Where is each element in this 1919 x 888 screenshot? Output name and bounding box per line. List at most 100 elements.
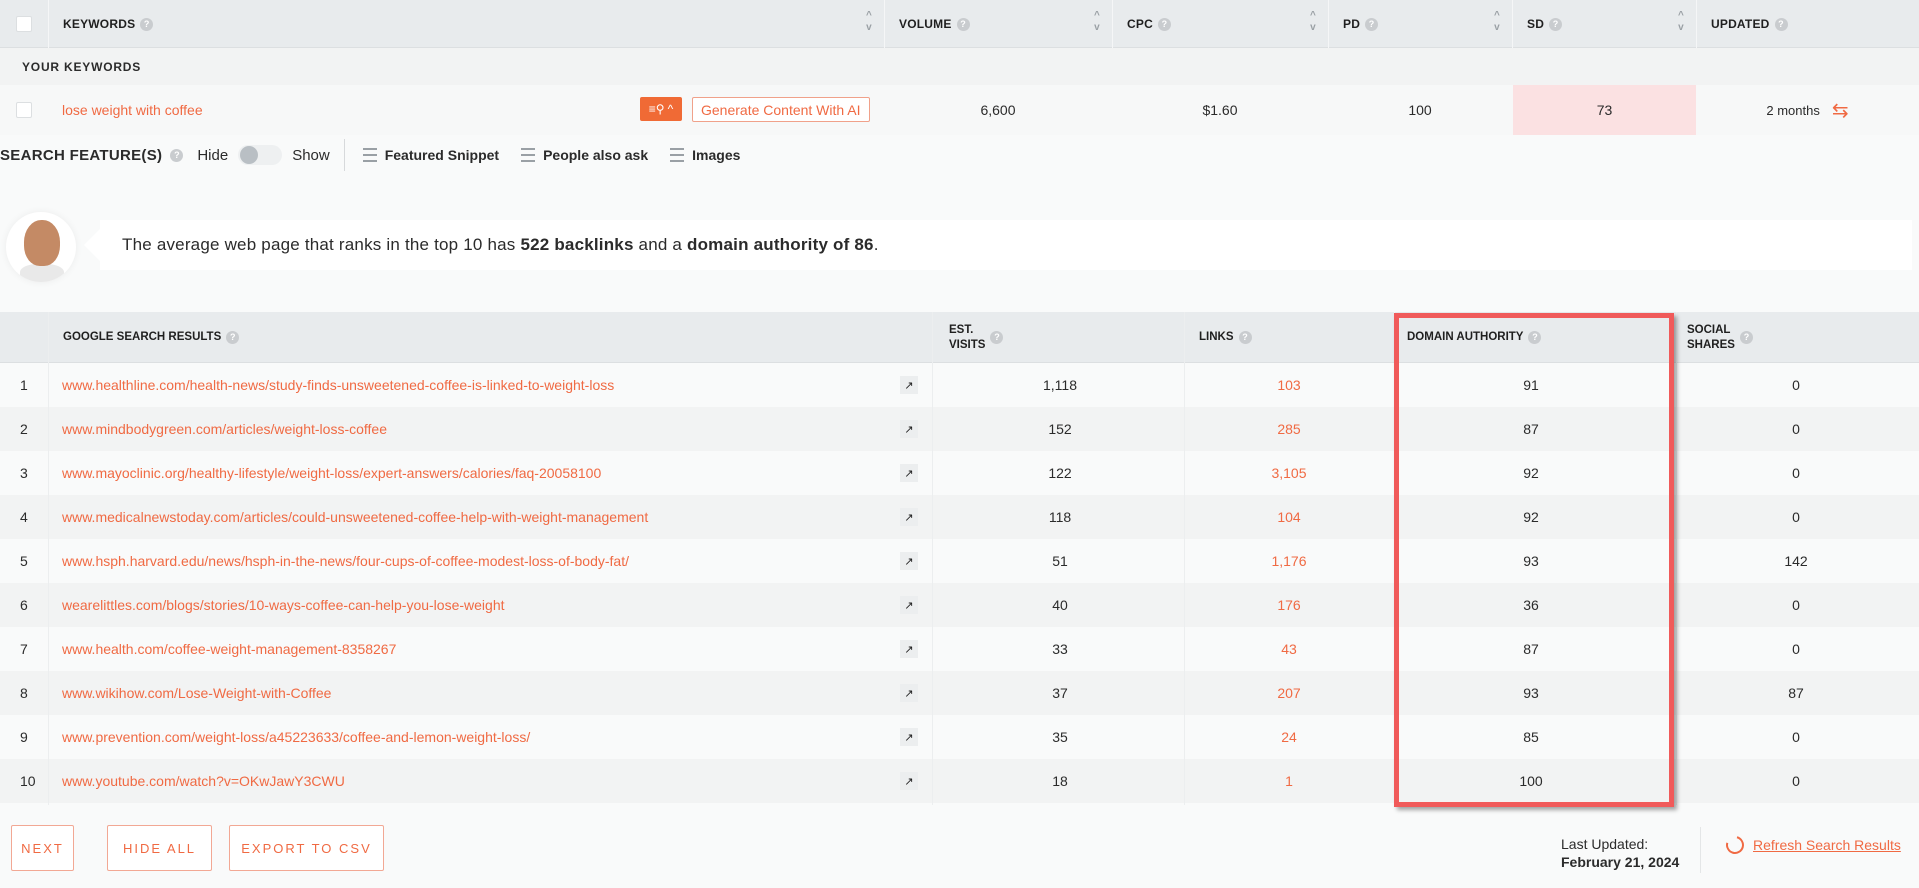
sort-icon[interactable]: ^ v (1310, 10, 1316, 34)
result-rank: 7 (20, 641, 28, 657)
select-all-checkbox[interactable] (16, 16, 32, 32)
keyword-analysis-toggle-button[interactable]: ≡⚲ ^ (640, 97, 682, 121)
sort-icon[interactable]: ^ v (1094, 10, 1100, 34)
external-link-icon[interactable]: ↗ (900, 596, 918, 614)
help-icon[interactable]: ? (170, 148, 184, 162)
help-icon[interactable]: ? (1739, 331, 1753, 344)
result-url-link[interactable]: www.medicalnewstoday.com/articles/could-… (62, 495, 648, 539)
column-divider (1676, 312, 1677, 805)
help-icon[interactable]: ? (1774, 17, 1788, 31)
table-row: 6 wearelittles.com/blogs/stories/10-ways-… (0, 583, 1919, 627)
generate-content-button[interactable]: Generate Content With AI (692, 97, 870, 122)
search-list-icon: ≡⚲ (648, 102, 665, 116)
help-icon[interactable]: ? (990, 331, 1004, 344)
result-url-link[interactable]: www.healthline.com/health-news/study-fin… (62, 363, 614, 407)
header-volume[interactable]: VOLUME? ^ v (884, 0, 1112, 48)
result-url-link[interactable]: www.wikihow.com/Lose-Weight-with-Coffee (62, 671, 331, 715)
external-link-icon[interactable]: ↗ (900, 552, 918, 570)
external-link-icon[interactable]: ↗ (900, 420, 918, 438)
external-link-icon[interactable]: ↗ (900, 772, 918, 790)
result-url-link[interactable]: www.prevention.com/weight-loss/a45223633… (62, 715, 530, 759)
header-sd[interactable]: SD? ^ v (1512, 0, 1696, 48)
external-link-icon[interactable]: ↗ (900, 640, 918, 658)
keyword-updated-cell: 2 months ⇆ (1696, 85, 1919, 135)
external-link-icon[interactable]: ↗ (900, 728, 918, 746)
external-link-icon[interactable]: ↗ (900, 464, 918, 482)
feature-featured-snippet[interactable]: Featured Snippet (362, 147, 499, 163)
search-features-bar: SEARCH FEATURE(S) ? Hide Show Featured S… (0, 135, 762, 175)
result-url-link[interactable]: www.youtube.com/watch?v=OKwJawY3CWU (62, 759, 345, 803)
sort-icon[interactable]: ^ v (1494, 10, 1500, 34)
result-links[interactable]: 43 (1184, 627, 1394, 671)
sort-icon[interactable]: ^ v (866, 10, 872, 34)
result-domain-authority: 100 (1519, 773, 1543, 789)
help-icon[interactable]: ? (956, 17, 970, 31)
refresh-search-results[interactable]: Refresh Search Results (1722, 832, 1901, 858)
header-updated-label: UPDATED (1711, 17, 1770, 31)
header-volume-label: VOLUME (899, 17, 952, 31)
help-icon[interactable]: ? (1528, 331, 1542, 344)
result-rank: 10 (20, 773, 36, 789)
keyword-checkbox[interactable] (16, 102, 32, 118)
keyword-pd: 100 (1408, 102, 1432, 118)
results-table-header: GOOGLE SEARCH RESULTS? EST. VISITS? LINKS… (0, 312, 1919, 363)
result-links[interactable]: 176 (1184, 583, 1394, 627)
result-url-link[interactable]: www.mindbodygreen.com/articles/weight-lo… (62, 407, 387, 451)
search-features-toggle[interactable] (238, 145, 283, 165)
table-row: 7 www.health.com/coffee-weight-management… (0, 627, 1919, 671)
result-domain-authority: 85 (1523, 729, 1539, 745)
tip-backlinks: 522 backlinks (520, 235, 634, 254)
external-link-icon[interactable]: ↗ (900, 508, 918, 526)
result-links[interactable]: 1,176 (1184, 539, 1394, 583)
result-links[interactable]: 285 (1184, 407, 1394, 451)
result-url-link[interactable]: www.health.com/coffee-weight-management-… (62, 627, 396, 671)
keyword-link[interactable]: lose weight with coffee (62, 102, 203, 118)
external-link-icon[interactable]: ↗ (900, 684, 918, 702)
result-domain-authority: 93 (1523, 685, 1539, 701)
result-est-visits: 152 (1048, 421, 1072, 437)
result-links[interactable]: 104 (1184, 495, 1394, 539)
help-icon[interactable]: ? (226, 331, 240, 344)
result-url-link[interactable]: www.mayoclinic.org/healthy-lifestyle/wei… (62, 451, 601, 495)
help-icon[interactable]: ? (1238, 331, 1252, 344)
result-links[interactable]: 103 (1184, 363, 1394, 407)
external-link-icon[interactable]: ↗ (900, 376, 918, 394)
sort-icon[interactable]: ^ v (1678, 10, 1684, 34)
header-pd[interactable]: PD? ^ v (1328, 0, 1512, 48)
help-icon[interactable]: ? (1157, 17, 1171, 31)
help-icon[interactable]: ? (140, 17, 154, 31)
result-social-shares: 0 (1792, 597, 1800, 613)
keyword-cpc: $1.60 (1202, 102, 1238, 118)
header-links: LINKS? (1184, 312, 1394, 363)
result-links[interactable]: 1 (1184, 759, 1394, 803)
result-rank: 9 (20, 729, 28, 745)
result-social-shares: 0 (1792, 421, 1800, 437)
feature-people-also-ask[interactable]: People also ask (521, 147, 648, 163)
header-keywords[interactable]: KEYWORDS? ^ v (48, 0, 884, 48)
refresh-search-results-link[interactable]: Refresh Search Results (1753, 837, 1901, 853)
export-csv-button[interactable]: EXPORT TO CSV (229, 825, 384, 871)
chevron-up-icon: ^ (667, 102, 674, 116)
result-url-link[interactable]: www.hsph.harvard.edu/news/hsph-in-the-ne… (62, 539, 629, 583)
result-social-shares: 87 (1788, 685, 1804, 701)
result-url-link[interactable]: wearelittles.com/blogs/stories/10-ways-c… (62, 583, 505, 627)
table-row: 1 www.healthline.com/health-news/study-fi… (0, 363, 1919, 407)
show-label: Show (292, 146, 330, 164)
feature-images[interactable]: Images (670, 147, 740, 163)
result-links[interactable]: 3,105 (1184, 451, 1394, 495)
next-button[interactable]: NEXT (11, 825, 74, 871)
help-icon[interactable]: ? (1365, 17, 1379, 31)
result-links[interactable]: 207 (1184, 671, 1394, 715)
last-updated-label: Last Updated: (1561, 836, 1649, 852)
refresh-arrows-icon[interactable]: ⇆ (1832, 98, 1849, 123)
result-links[interactable]: 24 (1184, 715, 1394, 759)
result-social-shares: 0 (1792, 773, 1800, 789)
result-domain-authority: 36 (1523, 597, 1539, 613)
header-cpc[interactable]: CPC? ^ v (1112, 0, 1328, 48)
images-icon (670, 148, 685, 162)
hide-all-button[interactable]: HIDE ALL (107, 825, 212, 871)
result-rank: 8 (20, 685, 28, 701)
help-icon[interactable]: ? (1549, 17, 1563, 31)
result-est-visits: 118 (1048, 509, 1072, 525)
keyword-volume: 6,600 (980, 102, 1016, 118)
